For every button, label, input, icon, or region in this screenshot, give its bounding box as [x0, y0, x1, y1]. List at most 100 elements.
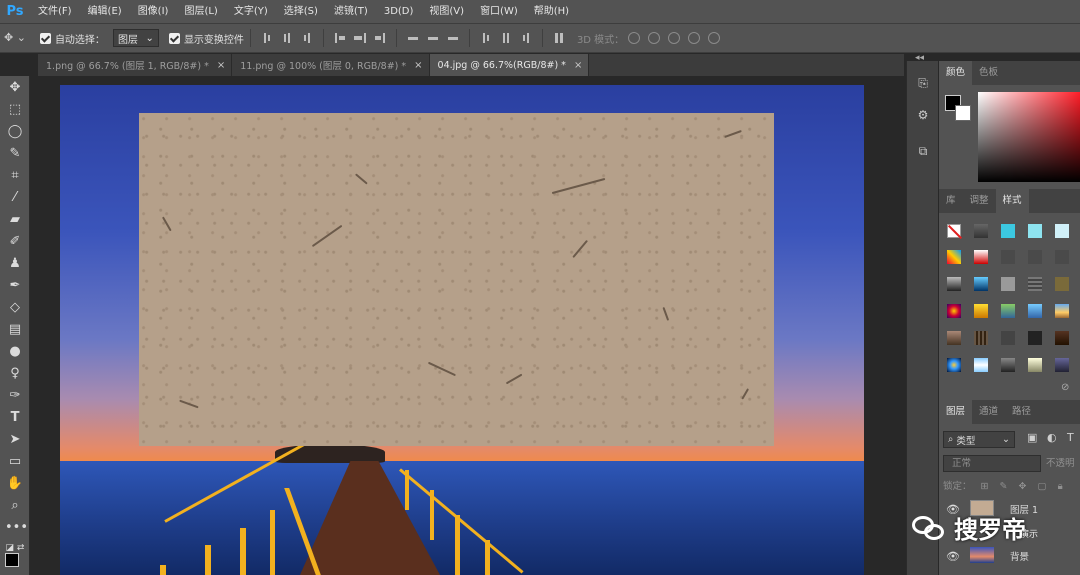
style-swatch[interactable]: [1028, 304, 1042, 318]
tab-document-2[interactable]: 11.png @ 100% (图层 0, RGB/8#) * ×: [232, 54, 430, 76]
healing-brush-tool-icon[interactable]: ▰: [5, 210, 25, 230]
rectangle-tool-icon[interactable]: ▭: [5, 452, 25, 472]
distribute-bottom-icon[interactable]: [446, 32, 460, 44]
close-icon[interactable]: ×: [217, 60, 225, 71]
color-panel-swatches[interactable]: [945, 95, 973, 123]
tab-channels[interactable]: 通道: [972, 400, 1005, 424]
gradient-tool-icon[interactable]: ▤: [5, 320, 25, 340]
style-swatch[interactable]: [1055, 331, 1069, 345]
menu-filter[interactable]: 滤镜(T): [326, 0, 376, 23]
menu-layer[interactable]: 图层(L): [176, 0, 225, 23]
style-swatch[interactable]: [1001, 250, 1015, 264]
style-swatch[interactable]: [1001, 277, 1015, 291]
style-swatch[interactable]: [1055, 250, 1069, 264]
menu-3d[interactable]: 3D(D): [376, 0, 422, 23]
style-swatch[interactable]: [1028, 331, 1042, 345]
history-brush-tool-icon[interactable]: ✒: [5, 276, 25, 296]
align-top-icon[interactable]: [260, 32, 274, 44]
brush-tool-icon[interactable]: ✐: [5, 232, 25, 252]
move-tool-icon[interactable]: ✥: [5, 78, 25, 98]
zoom-tool-icon[interactable]: ⌕: [5, 496, 25, 516]
style-swatch[interactable]: [1055, 224, 1069, 238]
tab-swatches[interactable]: 色板: [972, 61, 1005, 85]
move-tool-preset-icon[interactable]: ✥ ⌄: [4, 23, 26, 53]
3d-pan-icon[interactable]: [668, 32, 681, 44]
marquee-tool-icon[interactable]: ⬚: [5, 100, 25, 120]
style-none-swatch[interactable]: [947, 224, 963, 240]
tab-document-3[interactable]: 04.jpg @ 66.7%(RGB/8#) * ×: [429, 54, 590, 76]
align-hcenter-icon[interactable]: [353, 32, 367, 44]
history-panel-icon[interactable]: ⎘: [913, 73, 933, 93]
style-swatch[interactable]: [1001, 224, 1015, 238]
style-swatch[interactable]: [947, 358, 961, 372]
lock-pixels-icon[interactable]: ⊞: [981, 481, 989, 492]
distribute-left-icon[interactable]: [479, 32, 493, 44]
style-swatch[interactable]: [1001, 358, 1015, 372]
style-swatch[interactable]: [974, 331, 988, 345]
blur-tool-icon[interactable]: ●: [5, 342, 25, 362]
tab-color[interactable]: 颜色: [939, 61, 973, 85]
tab-paths[interactable]: 路径: [1005, 400, 1038, 424]
pen-tool-icon[interactable]: ✑: [5, 386, 25, 406]
eraser-tool-icon[interactable]: ◇: [5, 298, 25, 318]
style-swatch[interactable]: [1028, 277, 1042, 291]
distribute-hcenter-icon[interactable]: [499, 32, 513, 44]
style-swatch[interactable]: [947, 304, 961, 318]
close-icon[interactable]: ×: [414, 60, 422, 71]
filter-type-icon[interactable]: T: [1067, 431, 1074, 444]
menu-file[interactable]: 文件(F): [30, 0, 80, 23]
auto-select-dropdown[interactable]: 图层 ⌄: [112, 29, 159, 47]
lock-paint-icon[interactable]: ✎: [1000, 481, 1008, 492]
path-select-tool-icon[interactable]: ➤: [5, 430, 25, 450]
paper-texture-layer[interactable]: [139, 113, 774, 446]
tab-styles[interactable]: 样式: [995, 189, 1029, 213]
align-right-icon[interactable]: [373, 32, 387, 44]
menu-help[interactable]: 帮助(H): [526, 0, 577, 23]
menu-image[interactable]: 图像(I): [130, 0, 177, 23]
3d-scale-icon[interactable]: [708, 32, 721, 44]
layer-filter-dropdown[interactable]: ⌕ 类型 ⌄: [943, 431, 1015, 448]
3d-slide-icon[interactable]: [688, 32, 701, 44]
lock-artboard-icon[interactable]: ▢: [1038, 481, 1047, 492]
style-swatch[interactable]: [947, 331, 961, 345]
quick-select-tool-icon[interactable]: ✎: [5, 144, 25, 164]
menu-window[interactable]: 窗口(W): [472, 0, 526, 23]
distribute-right-icon[interactable]: [519, 32, 533, 44]
style-swatch[interactable]: [1055, 277, 1069, 291]
filter-adjust-icon[interactable]: ◐: [1047, 431, 1057, 444]
style-swatch[interactable]: [947, 277, 961, 291]
dodge-tool-icon[interactable]: ♀: [5, 364, 25, 384]
style-swatch[interactable]: [1028, 358, 1042, 372]
style-swatch[interactable]: [1001, 304, 1015, 318]
blend-mode-dropdown[interactable]: 正常: [943, 455, 1041, 472]
menu-view[interactable]: 视图(V): [421, 0, 472, 23]
clone-stamp-tool-icon[interactable]: ♟: [5, 254, 25, 274]
layer-row-background[interactable]: 👁︎ 背景: [939, 544, 1080, 568]
foreground-color-swatch[interactable]: [5, 553, 19, 567]
style-swatch[interactable]: [947, 250, 961, 264]
lock-all-icon[interactable]: 🔒︎: [1058, 481, 1063, 492]
eyedropper-tool-icon[interactable]: ⁄: [5, 188, 25, 208]
3d-roll-icon[interactable]: [648, 32, 661, 44]
close-icon[interactable]: ×: [574, 60, 582, 71]
filter-image-icon[interactable]: ▣: [1027, 431, 1037, 444]
tab-adjustments[interactable]: 调整: [963, 189, 996, 213]
tab-layers[interactable]: 图层: [939, 400, 973, 424]
lasso-tool-icon[interactable]: ◯: [5, 122, 25, 142]
style-swatch[interactable]: [1028, 250, 1042, 264]
align-left-icon[interactable]: [333, 32, 347, 44]
align-vcenter-icon[interactable]: [280, 32, 294, 44]
align-bottom-icon[interactable]: [300, 32, 314, 44]
type-tool-icon[interactable]: T: [5, 408, 25, 428]
style-swatch[interactable]: [1028, 224, 1042, 238]
style-swatch[interactable]: [974, 224, 988, 238]
style-swatch[interactable]: [974, 358, 988, 372]
hand-tool-icon[interactable]: ✋: [5, 474, 25, 494]
style-swatch[interactable]: [1055, 358, 1069, 372]
auto-align-icon[interactable]: [552, 32, 566, 44]
lock-move-icon[interactable]: ✥: [1019, 481, 1027, 492]
eye-icon[interactable]: 👁︎: [946, 550, 960, 563]
delete-style-icon[interactable]: ⊘: [1061, 382, 1069, 393]
menu-type[interactable]: 文字(Y): [226, 0, 276, 23]
show-transform-checkbox[interactable]: [168, 32, 180, 44]
